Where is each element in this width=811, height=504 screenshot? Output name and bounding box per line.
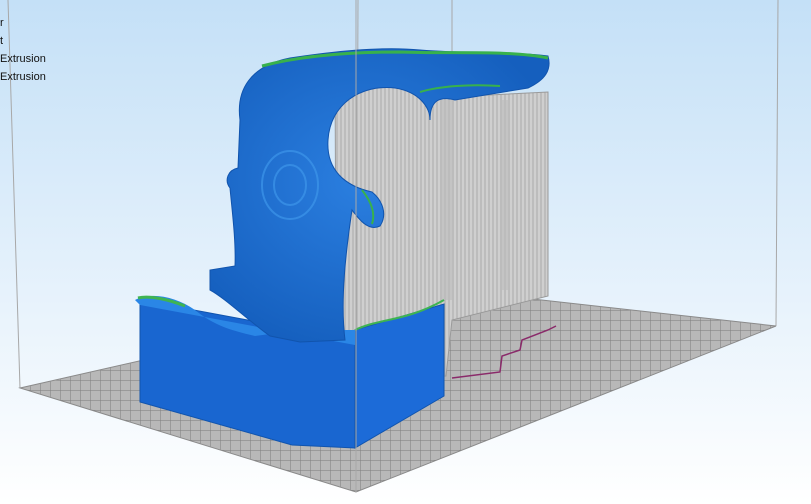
legend-item: r <box>0 17 4 29</box>
legend-item: Extrusion <box>0 53 46 65</box>
legend-item: Extrusion <box>0 71 46 83</box>
legend-item: t <box>0 35 4 47</box>
legend-panel: r t Extrusion Extrusion <box>0 14 60 86</box>
3d-viewport[interactable] <box>0 0 811 504</box>
